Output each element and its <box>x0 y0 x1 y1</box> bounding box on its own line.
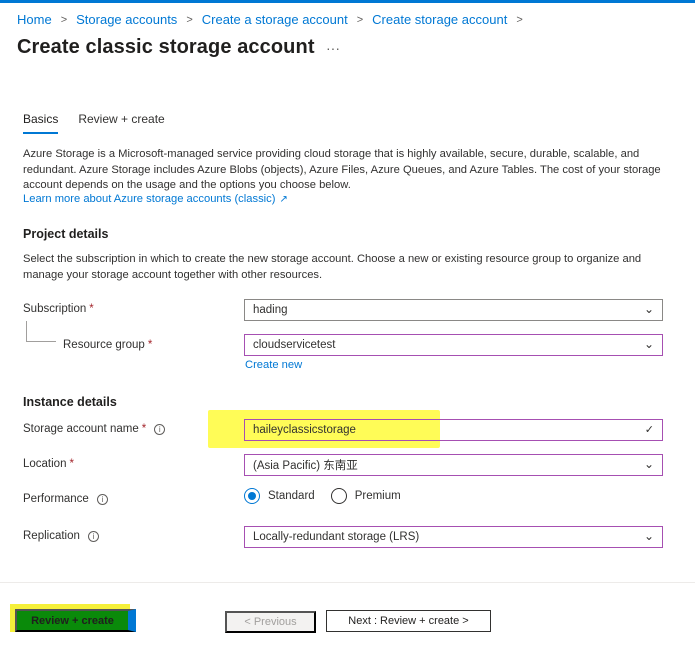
breadcrumb-separator: > <box>186 13 193 26</box>
info-icon[interactable]: i <box>87 530 99 542</box>
replication-dropdown[interactable]: Locally-redundant storage (LRS) ⌄ <box>244 526 663 548</box>
info-icon[interactable]: i <box>154 423 166 435</box>
performance-standard-label[interactable]: Standard <box>268 490 315 502</box>
breadcrumb-home[interactable]: Home <box>17 12 52 27</box>
location-dropdown[interactable]: (Asia Pacific) 东南亚 ⌄ <box>244 454 663 476</box>
more-options-icon[interactable]: ··· <box>326 40 340 56</box>
replication-label: Replication i <box>23 530 99 542</box>
performance-label-text: Performance <box>23 493 89 505</box>
location-label: Location * <box>23 458 74 470</box>
intro-description: Azure Storage is a Microsoft-managed ser… <box>23 148 661 191</box>
chevron-down-icon: ⌄ <box>643 302 654 316</box>
next-button[interactable]: Next : Review + create > <box>326 610 491 632</box>
subscription-label: Subscription * <box>23 303 94 315</box>
breadcrumb-separator: > <box>516 13 523 26</box>
breadcrumb-create-storage-account[interactable]: Create a storage account <box>202 12 348 27</box>
resource-group-dropdown[interactable]: cloudservicetest ⌄ <box>244 334 663 356</box>
subscription-label-text: Subscription <box>23 303 87 315</box>
tab-basics[interactable]: Basics <box>23 112 59 134</box>
footer-divider <box>0 582 695 583</box>
breadcrumb: Home > Storage accounts > Create a stora… <box>17 12 532 27</box>
replication-value: Locally-redundant storage (LRS) <box>253 531 420 543</box>
review-create-button[interactable]: Review + create <box>15 609 136 632</box>
resource-group-label: Resource group * <box>63 339 152 351</box>
top-accent-bar <box>0 0 695 3</box>
storage-account-name-label-text: Storage account name <box>23 423 139 435</box>
storage-account-name-label: Storage account name * i <box>23 423 166 435</box>
create-new-resource-group-link[interactable]: Create new <box>245 359 302 371</box>
resource-group-value: cloudservicetest <box>253 339 336 351</box>
subscription-value: hading <box>253 304 288 316</box>
chevron-down-icon: ⌄ <box>643 337 654 351</box>
external-link-icon: ↗ <box>279 194 288 205</box>
required-marker: * <box>69 458 74 470</box>
performance-premium-label[interactable]: Premium <box>355 490 401 502</box>
page-title: Create classic storage account <box>17 36 315 58</box>
tab-bar: Basics Review + create <box>23 112 185 134</box>
previous-button: < Previous <box>225 611 316 633</box>
subscription-dropdown[interactable]: hading ⌄ <box>244 299 663 321</box>
instance-details-title: Instance details <box>23 395 117 409</box>
performance-premium-radio[interactable] <box>330 488 347 504</box>
location-value: (Asia Pacific) 东南亚 <box>253 460 358 472</box>
required-marker: * <box>89 303 94 315</box>
project-details-title: Project details <box>23 227 109 241</box>
chevron-down-icon: ⌄ <box>643 457 654 471</box>
performance-radio-group: Standard Premium <box>244 488 417 504</box>
breadcrumb-create-storage-account-2[interactable]: Create storage account <box>372 12 507 27</box>
tab-review-create[interactable]: Review + create <box>78 112 164 134</box>
breadcrumb-separator: > <box>356 13 364 26</box>
project-details-description: Select the subscription in which to crea… <box>23 253 642 281</box>
required-marker: * <box>141 423 147 435</box>
resource-group-label-text: Resource group <box>63 339 145 351</box>
performance-standard-radio[interactable] <box>244 488 260 504</box>
required-marker: * <box>147 339 153 351</box>
chevron-down-icon: ⌄ <box>643 529 654 543</box>
learn-more-link[interactable]: Learn more about Azure storage accounts … <box>23 193 288 205</box>
tree-connector <box>26 321 56 342</box>
performance-label: Performance i <box>23 493 108 505</box>
check-icon: ✓ <box>644 424 654 436</box>
breadcrumb-storage-accounts[interactable]: Storage accounts <box>76 12 177 27</box>
info-icon[interactable]: i <box>96 493 108 505</box>
storage-account-name-input[interactable]: haileyclassicstorage ✓ <box>244 419 663 441</box>
location-label-text: Location <box>23 458 67 470</box>
storage-account-name-value: haileyclassicstorage <box>253 424 356 436</box>
replication-label-text: Replication <box>23 530 80 542</box>
breadcrumb-separator: > <box>60 13 68 26</box>
learn-more-link-text: Learn more about Azure storage accounts … <box>23 193 276 205</box>
